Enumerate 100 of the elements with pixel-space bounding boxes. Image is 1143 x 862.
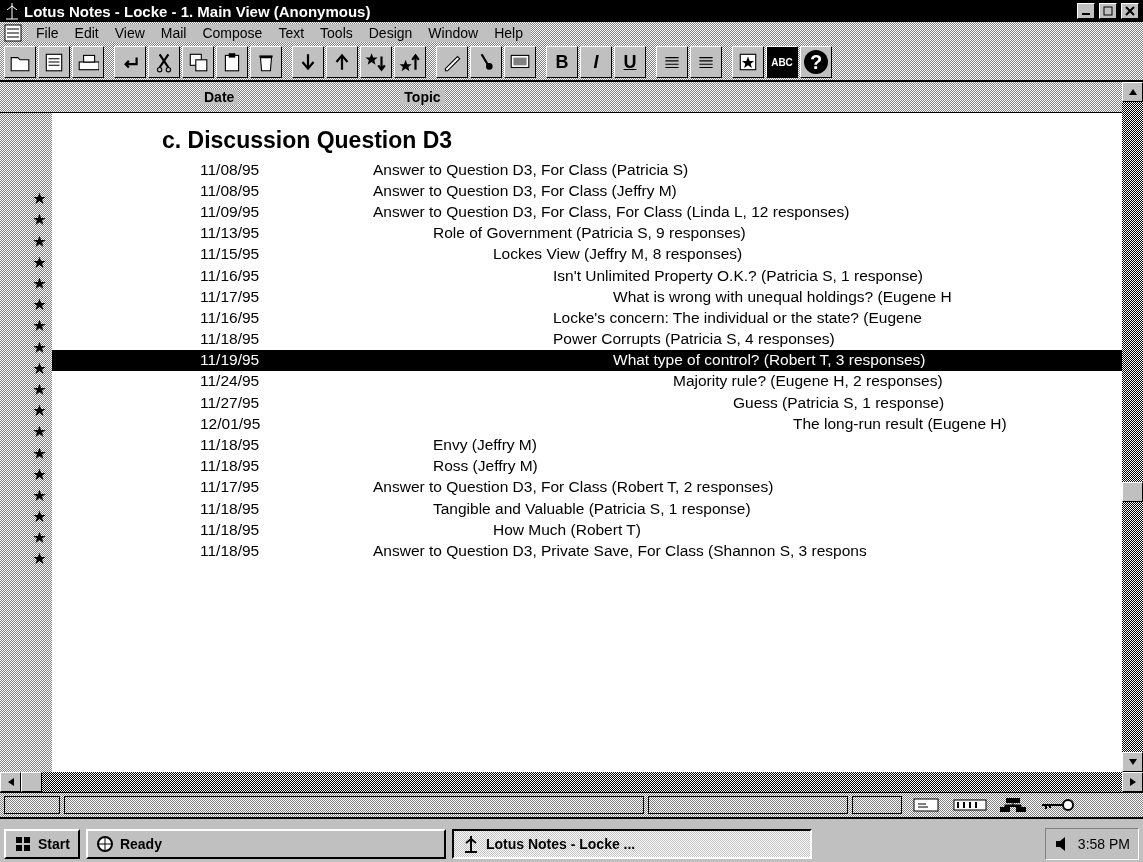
date-cell-text: 11/15/95 [200,245,261,264]
selected-row[interactable]: 11/19/95 What type of control? (Robert T, 3 responses) [52,349,1122,371]
taskbar-button[interactable]: Lotus Notes - Locke ... [451,829,812,859]
menu-item[interactable]: Text [270,24,313,42]
toolbar-button[interactable] [470,46,502,78]
toolbar-button[interactable] [72,46,104,78]
date-cell-text: 11/19/95 [200,351,261,370]
document-icon[interactable] [4,24,22,42]
date-cell-text: 11/24/95 [200,372,261,391]
toolbar-button[interactable] [292,46,324,78]
menu-item[interactable]: View [106,24,153,42]
menu-item[interactable]: Tools [312,24,361,42]
menu-item[interactable]: Design [360,24,421,42]
toolbar-button[interactable] [360,46,392,78]
maximize-icon [1103,6,1113,16]
menu-item[interactable]: File [28,24,67,42]
topic-cell: Majority rule? (Eugene H, 2 responses) [673,372,943,391]
toolbar-button[interactable] [114,46,146,78]
date-cell-text: 11/18/95 [200,520,261,539]
topic-cell: How Much (Robert T) [493,520,641,539]
start-button[interactable]: Start [4,829,80,859]
toolbar-button[interactable] [4,46,36,78]
date-cell-text: 12/01/95 [200,414,262,433]
menu-item[interactable]: Edit [66,24,107,42]
scroll-down-button[interactable] [1122,752,1143,772]
format-button[interactable]: I [580,46,612,78]
toolbar-button[interactable] [182,46,214,78]
starbox-icon [737,51,759,73]
starup-icon [399,51,421,73]
date-cell-text: 11/16/95 [200,308,261,327]
taskbar-button[interactable]: Ready [85,829,446,859]
minimize-button[interactable] [1077,3,1095,19]
close-button[interactable] [1121,3,1139,19]
menu-item[interactable]: Mail [152,24,195,42]
status-indicator-icon[interactable] [950,796,990,814]
lotus-icon [4,2,20,20]
down-arrow-icon [1127,758,1138,766]
scroll-right-button[interactable] [1122,772,1143,792]
topic-cell: Answer to Question D3, For Class (Robert T, 2 responses) [373,478,774,497]
category-heading: c. Discussion Question D3 [162,125,453,155]
close-icon [1125,6,1135,16]
spell-check-button[interactable]: ABC [766,46,798,78]
topic-cell: Answer to Question D3, Private Save, For Class (Shannon S, 3 respons [373,541,867,560]
date-cell-text: 11/08/95 [200,160,261,179]
date-cell-text: 11/18/95 [200,330,261,349]
format-button[interactable]: B [546,46,578,78]
topic-cell: Isn't Unlimited Property O.K.? (Patricia S, 1 response) [553,266,923,285]
topic-cell: Power Corrupts (Patricia S, 4 responses) [553,330,835,349]
topic-cell: Ross (Jeffry M) [433,457,538,476]
topic-cell: Answer to Question D3, For Class (Patricia S) [373,160,689,179]
copy-icon [187,51,209,73]
column-header[interactable]: Date [200,89,239,105]
toolbar-button[interactable] [326,46,358,78]
date-cell-text: 11/16/95 [200,266,261,285]
menu-item[interactable]: Compose [194,24,271,42]
date-cell-text: 11/17/95 [200,478,261,497]
help-button[interactable]: ? [800,46,832,78]
right-arrow-icon [1128,777,1137,787]
date-cell-text: 11/09/95 [200,202,261,221]
toolbar-button[interactable] [216,46,248,78]
topic-cell: Lockes View (Jeffry M, 8 responses) [493,245,743,264]
toolbar-button[interactable] [394,46,426,78]
clock: 3:58 PM [1077,836,1130,852]
menu-item[interactable]: Window [420,24,487,42]
scroll-up-button[interactable] [1122,82,1143,102]
date-cell-text: 11/08/95 [200,181,261,200]
scroll-thumb[interactable] [21,772,42,792]
topic-cell: The long-run result (Eugene H) [793,414,1007,433]
format-button[interactable]: U [614,46,646,78]
topic-cell: Role of Government (Patricia S, 9 responses) [433,224,746,243]
toolbar-button[interactable] [656,46,688,78]
scroll-thumb[interactable] [1122,482,1143,502]
date-cell-text: 11/18/95 [200,457,261,476]
menu-item[interactable]: Help [486,24,531,42]
date-cell-text: 11/17/95 [200,287,261,306]
topic-cell: What type of control? (Robert T, 3 responses) [613,351,926,370]
date-cell-text: 11/18/95 [200,436,261,455]
edit-icon [43,51,65,73]
scroll-left-button[interactable] [0,772,21,792]
toolbar-button[interactable] [38,46,70,78]
stardown-icon [365,51,387,73]
toolbar-button[interactable] [690,46,722,78]
column-header[interactable]: Topic [400,89,445,105]
maximize-button[interactable] [1099,3,1117,19]
minimize-icon [1082,13,1090,15]
window-title: Lotus Notes - Locke - 1. Main View (Anonymous) [24,2,372,20]
date-cell-text: 11/13/95 [200,224,261,243]
topic-cell: Tangible and Valuable (Patricia S, 1 response) [433,499,751,518]
toolbar-button[interactable] [148,46,180,78]
topic-cell: Answer to Question D3, For Class (Jeffry M) [373,181,677,200]
toolbar-button[interactable] [504,46,536,78]
globe-icon [95,835,114,853]
date-cell-text: 11/27/95 [200,393,261,412]
topic-cell: What is wrong with unequal holdings? (Eugene H [613,287,952,306]
toolbar-button[interactable] [250,46,282,78]
status-field [4,796,60,814]
windows-logo-icon [14,835,32,853]
toolbar-button[interactable] [436,46,468,78]
toolbar-button[interactable] [732,46,764,78]
up-arrow-icon [1127,88,1138,96]
